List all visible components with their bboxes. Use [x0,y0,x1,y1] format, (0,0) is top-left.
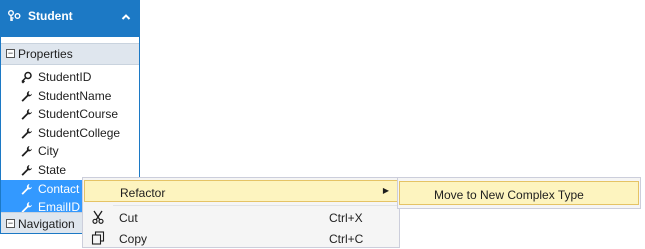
menu-item-copy[interactable]: Copy Ctrl+C [84,227,398,249]
property-row[interactable]: StudentName [1,87,139,106]
property-row[interactable]: City [1,142,139,161]
property-row[interactable]: StudentCourse [1,105,139,124]
menu-item-label: Move to New Complex Type [434,188,584,202]
property-label: StudentName [38,88,112,103]
menu-item-label: Copy [119,232,148,246]
collapse-box-icon[interactable]: − [6,49,15,58]
key-icon [20,71,33,84]
menu-item-label: Refactor [120,186,166,200]
property-row[interactable]: StudentID [1,68,139,87]
submenu-arrow-icon: ▶ [382,186,389,195]
wrench-icon [20,183,33,196]
properties-section-header[interactable]: − Properties [1,43,139,65]
wrench-icon [20,108,33,121]
menu-item-shortcut: Ctrl+C [329,232,364,246]
menu-item-refactor[interactable]: Refactor ▶ [84,180,398,202]
property-label: City [38,144,59,159]
menu-item-cut[interactable]: Cut Ctrl+X [84,206,398,228]
property-row[interactable]: StudentCollege [1,124,139,143]
menu-item-move-to-new-complex-type[interactable]: Move to New Complex Type [399,181,639,205]
menu-item-label: Cut [119,211,138,225]
wrench-icon [20,145,33,158]
wrench-icon [20,127,33,140]
property-label: StudentID [38,70,92,84]
entity-header[interactable]: Student [1,0,139,37]
wrench-icon [20,164,33,177]
collapse-box-icon[interactable]: − [6,219,15,228]
scissors-icon [92,210,104,224]
property-label: StudentCollege [38,125,121,140]
entity-title: Student [28,9,73,23]
menu-item-shortcut: Ctrl+X [329,211,363,225]
navigation-label: Navigation [18,217,75,231]
properties-label: Properties [18,47,73,61]
wrench-icon [20,90,33,103]
context-menu: Refactor ▶ Cut Ctrl+X Copy Ctrl+C [82,177,400,248]
property-label: StudentCourse [38,107,119,122]
copy-icon [91,231,105,245]
refactor-submenu: Move to New Complex Type [397,177,641,209]
property-label: Contact [38,181,80,196]
chevron-up-icon[interactable] [120,11,132,23]
property-label: State [38,162,67,177]
entity-icon [8,10,21,21]
